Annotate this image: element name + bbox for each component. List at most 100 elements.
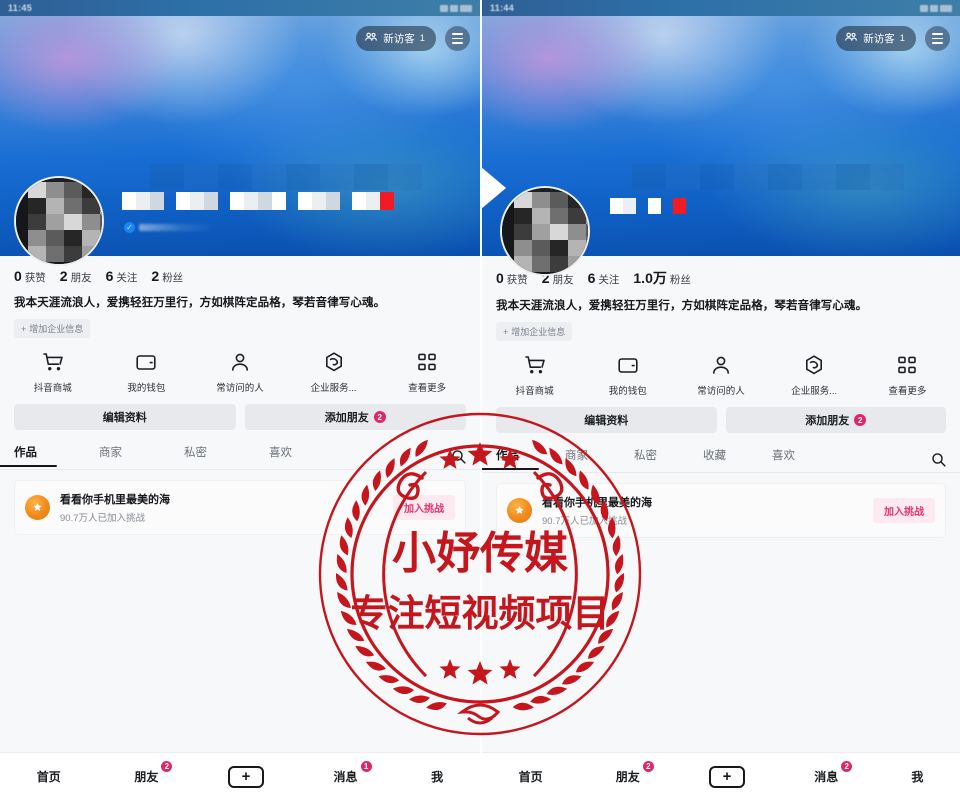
quick-entry-label: 常访问的人 <box>216 383 264 395</box>
tab-私密[interactable]: 私密 <box>634 447 657 470</box>
person-icon <box>709 353 733 377</box>
nav-item-首页[interactable]: 首页 <box>33 768 65 785</box>
quick-entry-person[interactable]: 常访问的人 <box>681 353 761 397</box>
nav-item-消息[interactable]: 消息 1 <box>330 760 373 785</box>
quick-entry-shopping-cart[interactable]: 抖音商城 <box>13 350 93 394</box>
add-friend-button[interactable]: 添加朋友 2 <box>725 407 946 434</box>
nav-item-首页[interactable]: 首页 <box>515 768 547 785</box>
nav-badge: 1 <box>359 760 373 773</box>
create-post-button[interactable]: + <box>227 765 264 788</box>
nav-item-朋友[interactable]: 朋友 2 <box>130 760 174 785</box>
search-icon[interactable] <box>930 451 946 467</box>
visitors-icon <box>364 30 378 47</box>
edit-profile-button[interactable]: 编辑资料 <box>496 407 717 434</box>
hamburger-menu-icon[interactable] <box>445 26 470 51</box>
censored-text-block <box>230 192 286 210</box>
quick-entry-grid-more[interactable]: 查看更多 <box>387 350 467 394</box>
new-visitor-count: 1 <box>419 33 425 44</box>
tab-label: 喜欢 <box>772 450 795 463</box>
quick-entry-person[interactable]: 常访问的人 <box>200 350 280 394</box>
quick-entry-grid-more[interactable]: 查看更多 <box>867 353 947 397</box>
status-clock: 11:45 <box>8 3 33 13</box>
new-visitor-label: 新访客 <box>383 33 415 45</box>
stat-item[interactable]: 6 关注 <box>588 270 620 287</box>
challenge-card[interactable]: 看看你手机里最美的海 90.7万人已加入挑战 加入挑战 <box>14 480 466 536</box>
phone-screenshot-right: 11:44 新访客 1 0 获赞 2 朋友 6 关注 1.0万 粉丝 我本天涯流浪人，爱携轻狂万里行，… <box>480 0 960 800</box>
quick-entry-shopping-cart[interactable]: 抖音商城 <box>495 353 575 397</box>
challenge-card[interactable]: 看看你手机里最美的海 90.7万人已加入挑战 加入挑战 <box>496 483 946 539</box>
avatar[interactable] <box>500 186 590 276</box>
profile-banner[interactable]: 新访客 1 <box>482 16 960 276</box>
tab-商家[interactable]: 商家 <box>99 444 122 467</box>
tab-收藏[interactable]: 收藏 <box>703 447 726 470</box>
tab-label: 商家 <box>565 450 588 463</box>
censored-text-block <box>298 192 340 210</box>
shopping-cart-icon <box>523 353 547 377</box>
add-business-info-chip[interactable]: + 增加企业信息 <box>14 319 91 339</box>
status-bar: 11:45 <box>0 0 480 16</box>
verified-text-blurred <box>139 224 209 231</box>
add-friend-button[interactable]: 添加朋友 2 <box>244 404 466 431</box>
phone-screenshot-left: 11:45 新访客 1 ✓ 0 获赞 2 朋友 6 关注 2 粉丝 我本天涯流浪人，爱携轻狂万里行，方如… <box>0 0 480 800</box>
stat-item[interactable]: 2 朋友 <box>60 268 92 285</box>
nav-item-我[interactable]: 我 <box>427 768 447 785</box>
person-icon <box>228 350 252 374</box>
tab-商家[interactable]: 商家 <box>565 447 588 470</box>
stat-number: 6 <box>105 268 114 284</box>
tab-私密[interactable]: 私密 <box>184 444 207 467</box>
tab-作品[interactable]: 作品 <box>14 444 37 467</box>
quick-entry-wallet[interactable]: 我的钱包 <box>588 353 668 397</box>
tab-喜欢[interactable]: 喜欢 <box>269 444 292 467</box>
stat-item[interactable]: 0 获赞 <box>14 268 46 285</box>
action-badge: 2 <box>373 411 386 424</box>
challenge-title: 看看你手机里最美的海 <box>60 494 170 507</box>
tab-喜欢[interactable]: 喜欢 <box>772 447 795 470</box>
stat-label: 朋友 <box>70 272 92 284</box>
plus-icon: + <box>241 768 251 785</box>
stat-label: 获赞 <box>24 272 46 284</box>
tabs-divider <box>0 469 480 471</box>
status-bar: 11:44 <box>482 0 960 16</box>
nav-badge: 2 <box>641 760 655 773</box>
nav-item-消息[interactable]: 消息 2 <box>810 760 854 785</box>
stat-label: 粉丝 <box>669 274 691 286</box>
new-visitor-pill[interactable]: 新访客 1 <box>836 26 916 51</box>
nav-item-我[interactable]: 我 <box>907 768 927 785</box>
avatar[interactable] <box>14 176 104 266</box>
stat-label: 关注 <box>598 274 620 286</box>
tab-label: 作品 <box>14 447 37 460</box>
censored-text-block <box>610 198 636 214</box>
action-button-label: 添加朋友 <box>805 415 850 428</box>
tabs-divider <box>482 472 960 474</box>
hamburger-menu-icon[interactable] <box>925 26 950 51</box>
stat-item[interactable]: 1.0万 粉丝 <box>633 268 690 288</box>
stat-label: 关注 <box>116 272 138 284</box>
search-icon[interactable] <box>450 448 466 464</box>
censored-text-block <box>352 192 394 210</box>
add-business-info-chip[interactable]: + 增加企业信息 <box>496 322 573 342</box>
tab-作品[interactable]: 作品 <box>496 447 519 470</box>
cursor-arrow-icon <box>482 166 506 210</box>
stat-number: 6 <box>587 270 596 286</box>
quick-entry-wallet[interactable]: 我的钱包 <box>106 350 186 394</box>
stat-item[interactable]: 6 关注 <box>106 268 138 285</box>
edit-profile-button[interactable]: 编辑资料 <box>14 404 236 431</box>
wallet-icon <box>134 350 158 374</box>
action-button-label: 添加朋友 <box>324 412 369 425</box>
create-post-button[interactable]: + <box>709 765 745 788</box>
quick-entry-label: 我的钱包 <box>608 386 647 398</box>
quick-entry-label: 抖音商城 <box>515 386 554 398</box>
visitors-icon <box>844 30 858 47</box>
profile-banner[interactable]: 新访客 1 ✓ <box>0 16 480 266</box>
quick-entry-enterprise-service[interactable]: 企业服务... <box>294 350 374 394</box>
nav-item-label: 朋友 <box>615 770 640 784</box>
action-button-label: 编辑资料 <box>584 415 629 428</box>
challenge-plus-icon <box>25 495 50 521</box>
new-visitor-pill[interactable]: 新访客 1 <box>356 26 436 51</box>
join-challenge-button[interactable]: 加入挑战 <box>873 498 935 524</box>
nav-item-朋友[interactable]: 朋友 2 <box>612 760 655 785</box>
join-challenge-button[interactable]: 加入挑战 <box>393 495 455 521</box>
stat-item[interactable]: 2 粉丝 <box>151 268 183 285</box>
quick-entry-label: 查看更多 <box>408 383 447 395</box>
quick-entry-enterprise-service[interactable]: 企业服务... <box>774 353 854 397</box>
